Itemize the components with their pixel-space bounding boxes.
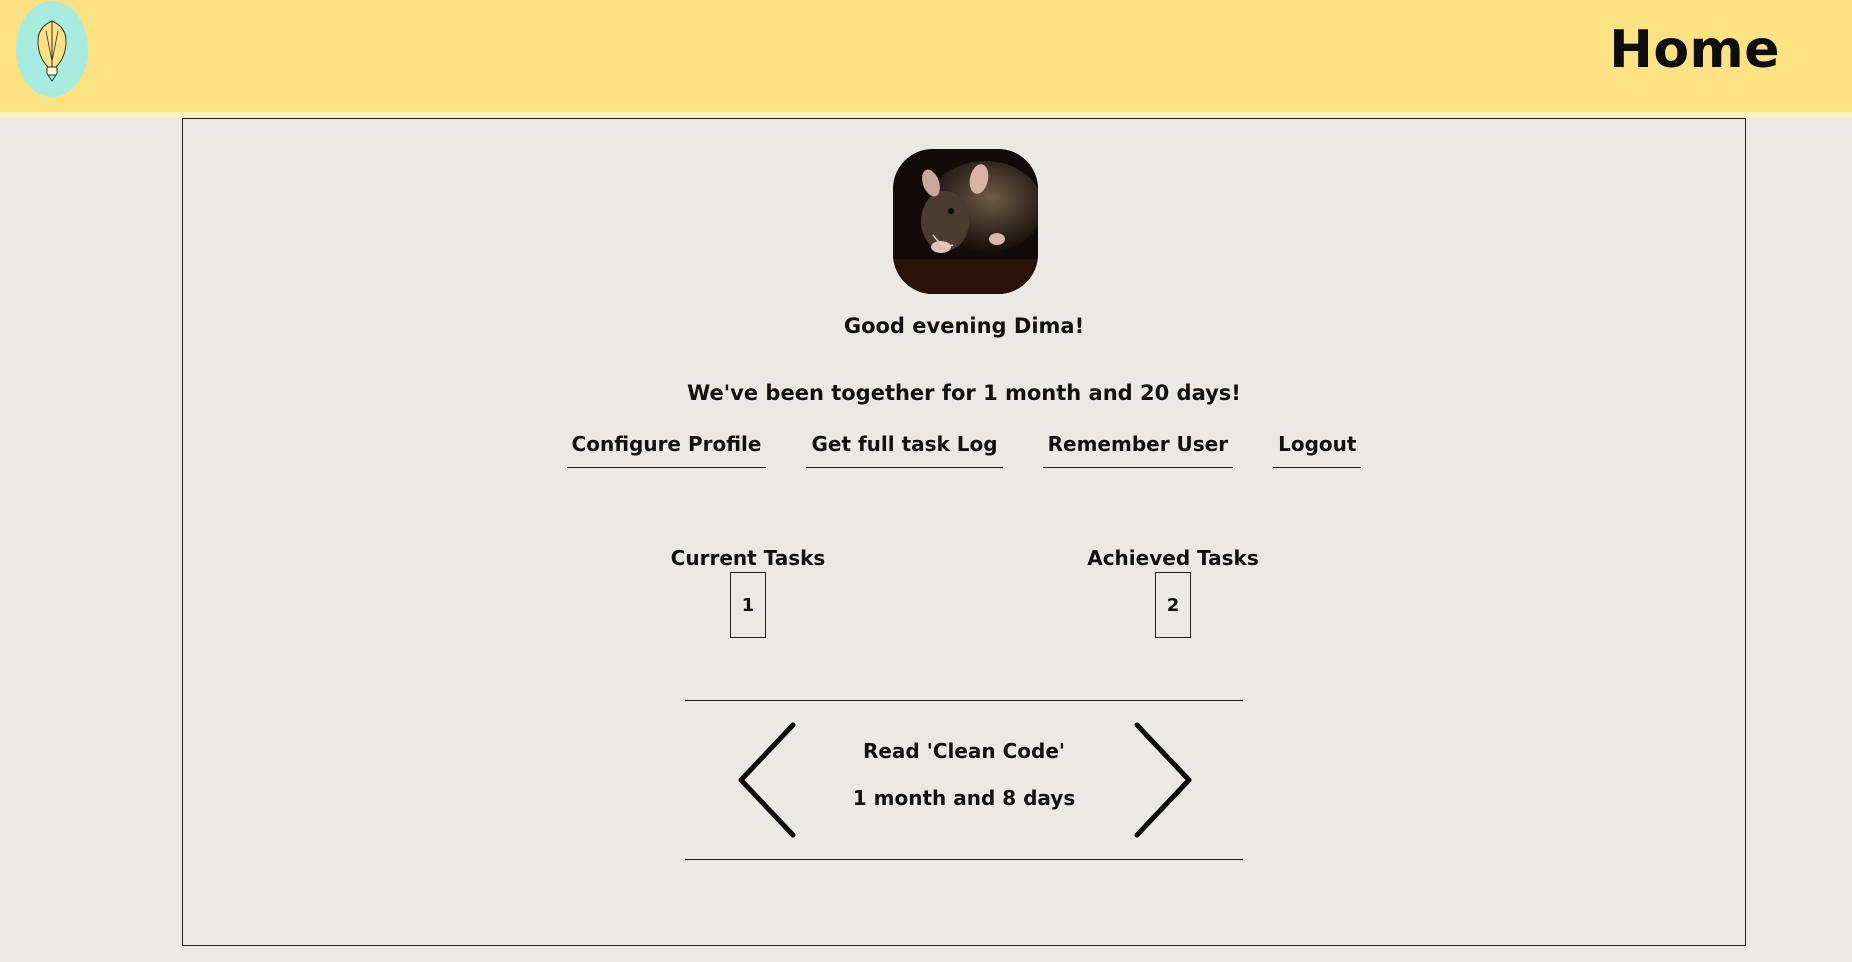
rat-avatar-image [893,149,1038,294]
avatar [893,149,1038,294]
profile-nav: Configure Profile Get full task Log Reme… [183,432,1745,468]
achieved-tasks-label: Achieved Tasks [1087,546,1259,570]
chevron-right-icon[interactable] [1125,721,1195,839]
greeting-text: Good evening Dima! [843,314,1085,338]
profile-card: Good evening Dima! We've been together f… [182,118,1746,946]
task-carousel: Read 'Clean Code' 1 month and 8 days [685,700,1243,860]
configure-profile-link[interactable]: Configure Profile [566,432,767,468]
current-tasks-count[interactable]: 1 [730,572,766,638]
current-tasks-stat: Current Tasks 1 [638,546,858,638]
lightbulb-icon [37,20,67,82]
membership-duration-text: We've been together for 1 month and 20 d… [687,381,1241,405]
logo[interactable] [16,1,88,97]
header-bar: Home [0,0,1852,117]
remember-user-link[interactable]: Remember User [1042,432,1234,468]
logout-link[interactable]: Logout [1273,432,1362,468]
task-log-link[interactable]: Get full task Log [806,432,1003,468]
page-title: Home [1609,20,1780,80]
achieved-tasks-stat: Achieved Tasks 2 [1063,546,1283,638]
current-tasks-label: Current Tasks [670,546,826,570]
achieved-tasks-count[interactable]: 2 [1155,572,1191,638]
